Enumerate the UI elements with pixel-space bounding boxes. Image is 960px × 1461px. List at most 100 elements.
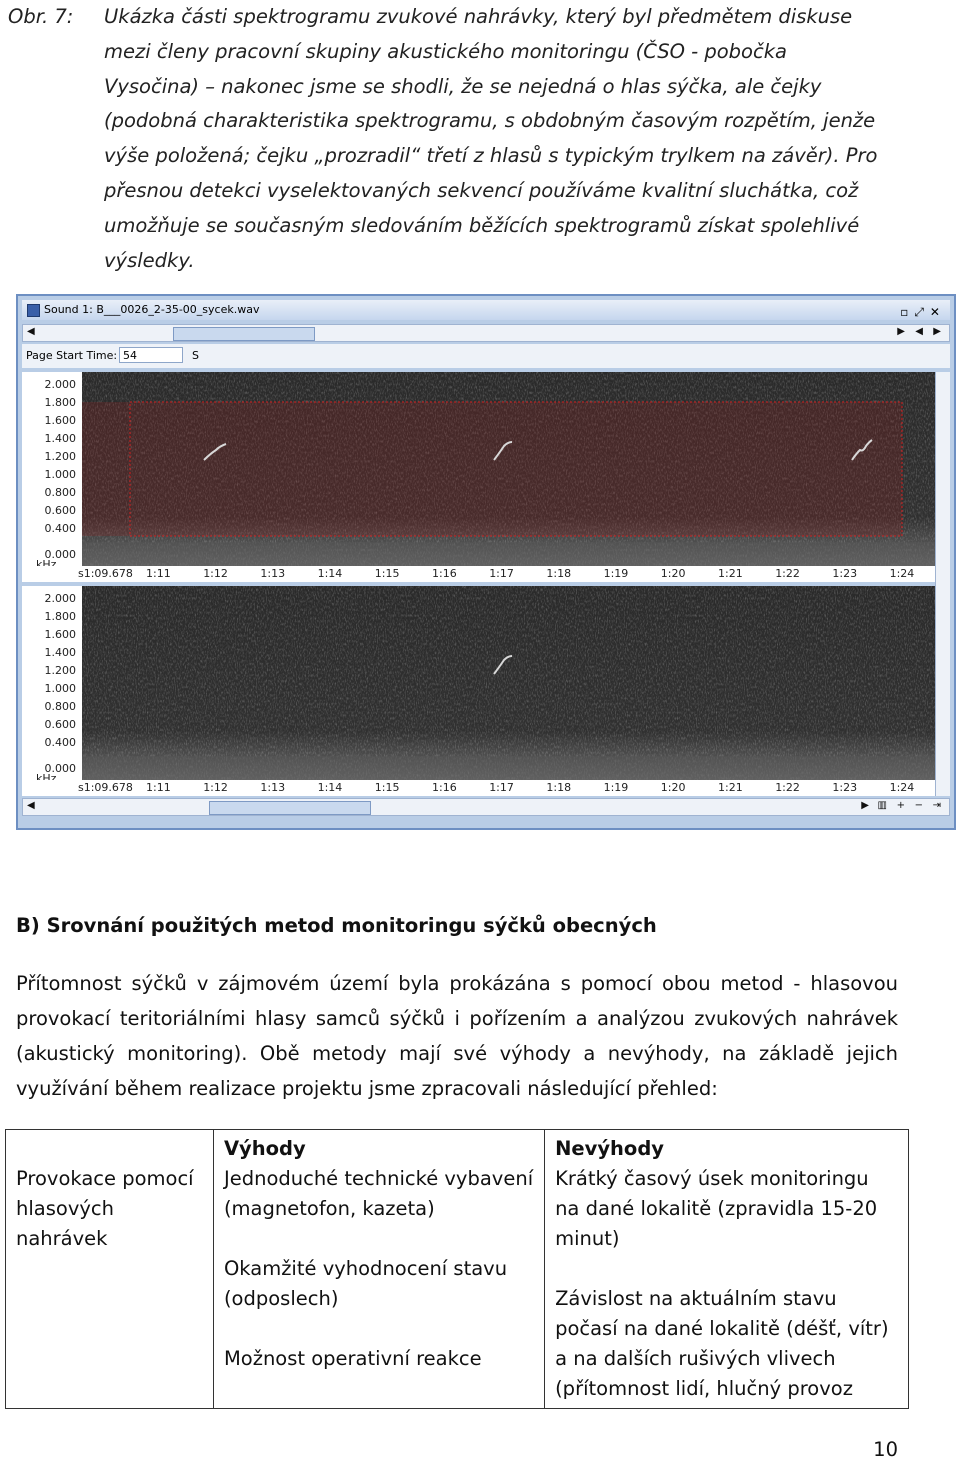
top-scrollbar[interactable]: ◀ ▶ ◀ ▶ bbox=[22, 324, 950, 342]
bottom-scroll-left-icon[interactable]: ◀ bbox=[27, 800, 35, 811]
spectrogram-image-upper[interactable] bbox=[82, 372, 938, 566]
page-back-icon[interactable]: ◀ bbox=[915, 326, 923, 337]
advantage-1: Jednoduché technické vybavení (magnetofo… bbox=[223, 1167, 534, 1220]
x-tick-label: 1:24 bbox=[889, 567, 915, 580]
bottom-scroll-right-icon[interactable]: ▶ bbox=[861, 800, 869, 811]
y-tick-label: 1.000 bbox=[44, 682, 77, 695]
x-tick-label: 1:17 bbox=[489, 567, 514, 580]
window-controls[interactable]: ▫⤢✕ bbox=[900, 302, 946, 322]
x-tick-label: 1:15 bbox=[374, 781, 400, 794]
x-tick-label: 1:12 bbox=[203, 567, 228, 580]
window-titlebar: Sound 1: B___0026_2-35-00_sycek.wav ▫⤢✕ bbox=[22, 300, 950, 320]
y-tick-label: 1.400 bbox=[44, 646, 77, 659]
x-tick-label: 1:23 bbox=[832, 781, 858, 794]
spectrogram-lower-svg bbox=[82, 586, 938, 780]
y-tick-label: 0.800 bbox=[44, 486, 77, 499]
x-tick-label: 1:20 bbox=[660, 781, 686, 794]
y-tick-label: 1.800 bbox=[44, 396, 77, 409]
x-tick-label: 1:11 bbox=[146, 567, 171, 580]
figure-caption: Obr. 7: Ukázka části spektrogramu zvukové… bbox=[8, 0, 898, 278]
row-label: Provokace pomocí hlasových nahrávek bbox=[16, 1167, 194, 1250]
selection-area[interactable] bbox=[82, 402, 902, 536]
zoom-fit-icon[interactable]: ▥ bbox=[878, 800, 887, 811]
y-tick-label: 0.800 bbox=[44, 700, 77, 713]
disadvantage-1: Krátký časový úsek monitoringu na dané l… bbox=[555, 1167, 878, 1250]
zoom-out-icon[interactable]: − bbox=[915, 800, 923, 811]
page-number: 10 bbox=[873, 1438, 898, 1461]
caption-line-6: přesnou detekci vyselektovaných sekvencí… bbox=[104, 178, 859, 202]
y-tick-label: 1.200 bbox=[44, 450, 77, 463]
caption-line-1: Ukázka části spektrogramu zvukové nahráv… bbox=[104, 5, 853, 28]
scroll-left-icon[interactable]: ◀ bbox=[27, 326, 35, 337]
paragraph-line-4: využívání během realizace projektu jsme … bbox=[16, 1077, 718, 1100]
advantage-2: Okamžité vyhodnocení stavu (odposlech) bbox=[223, 1257, 508, 1310]
zoom-full-icon[interactable]: ⇥ bbox=[933, 800, 941, 811]
x-tick-label: 1:22 bbox=[775, 567, 800, 580]
x-tick-label: 1:15 bbox=[374, 567, 400, 580]
vertical-scrollbar[interactable] bbox=[935, 372, 950, 796]
y-axis-lower: 2.000 1.800 1.600 1.400 1.200 1.000 0.800 0.600… bbox=[22, 586, 80, 796]
caption-line-4: (podobná charakteristika spektrogramu, s… bbox=[104, 109, 876, 133]
bottom-scroll-thumb[interactable] bbox=[209, 801, 371, 815]
disadvantages-header: Nevýhody bbox=[555, 1137, 664, 1160]
x-tick-label: 1:14 bbox=[317, 781, 343, 794]
caption-line-8: výsledky. bbox=[104, 248, 195, 272]
x-tick-label: 1:13 bbox=[260, 781, 286, 794]
x-tick-label: 1:18 bbox=[546, 567, 572, 580]
y-tick-label: 1.800 bbox=[44, 610, 77, 623]
x-tick-label: 1:20 bbox=[660, 567, 686, 580]
page-start-input[interactable]: 54 bbox=[119, 347, 183, 363]
caption-line-3: Vysočina) – nakonec jsme se shodli, že s… bbox=[104, 74, 822, 98]
y-tick-label: 1.600 bbox=[44, 628, 77, 641]
y-tick-label: 0.400 bbox=[44, 522, 77, 535]
spectrogram-panel-lower: 2.000 1.800 1.600 1.400 1.200 1.000 0.800 0.600… bbox=[22, 586, 938, 796]
scroll-thumb[interactable] bbox=[173, 327, 315, 341]
x-tick-label: 1:22 bbox=[775, 781, 800, 794]
bottom-scrollbar[interactable]: ◀ ▶ ▥ + − ⇥ bbox=[22, 798, 950, 816]
app-icon bbox=[27, 304, 40, 317]
comparison-table: Provokace pomocí hlasových nahrávek Výho… bbox=[5, 1129, 909, 1409]
y-tick-label: 1.400 bbox=[44, 432, 77, 445]
x-tick-label: s1:09.678 bbox=[78, 567, 133, 580]
x-tick-label: 1:17 bbox=[489, 781, 514, 794]
x-tick-label: 1:16 bbox=[432, 567, 457, 580]
y-tick-label: 1.600 bbox=[44, 414, 77, 427]
page-forward-icon[interactable]: ▶ bbox=[933, 326, 941, 337]
y-tick-label: 0.400 bbox=[44, 736, 77, 749]
x-tick-label: 1:21 bbox=[718, 781, 743, 794]
spectrogram-panel-upper: 2.000 1.800 1.600 1.400 1.200 1.000 0.800 0.600… bbox=[22, 372, 938, 582]
y-tick-label: 2.000 bbox=[44, 592, 77, 605]
zoom-in-icon[interactable]: + bbox=[897, 800, 905, 811]
spectrogram-upper-svg bbox=[82, 372, 938, 566]
page-start-row: Page Start Time: 54 S bbox=[22, 344, 950, 368]
x-tick-label: 1:12 bbox=[203, 781, 228, 794]
caption-label: Obr. 7: bbox=[8, 5, 74, 28]
x-tick-label: 1:21 bbox=[718, 567, 743, 580]
x-axis-upper: s1:09.678 1:11 1:12 1:13 1:14 1:15 1:16 1:17 1:1… bbox=[22, 566, 938, 582]
paragraph-line-1: Přítomnost sýčků v zájmovém území byla p… bbox=[16, 972, 898, 995]
x-tick-label: 1:18 bbox=[546, 781, 572, 794]
x-tick-label: 1:13 bbox=[260, 567, 286, 580]
y-tick-label: 1.000 bbox=[44, 468, 77, 481]
x-tick-label: 1:16 bbox=[432, 781, 457, 794]
y-tick-label: 2.000 bbox=[44, 378, 77, 391]
spectrogram-window: Sound 1: B___0026_2-35-00_sycek.wav ▫⤢✕ … bbox=[16, 294, 956, 830]
section-heading: B) Srovnání použitých metod monitoringu … bbox=[16, 914, 657, 937]
y-axis-upper: 2.000 1.800 1.600 1.400 1.200 1.000 0.800 0.600… bbox=[22, 372, 80, 582]
table-row: Provokace pomocí hlasových nahrávek Výho… bbox=[5, 1129, 909, 1409]
disadvantages-cell: Nevýhody Krátký časový úsek monitoringu … bbox=[544, 1129, 909, 1409]
advantages-header: Výhody bbox=[223, 1137, 306, 1160]
x-tick-label: 1:24 bbox=[889, 781, 915, 794]
paragraph-line-3: (akustický monitoring). Obě metody mají … bbox=[16, 1042, 898, 1065]
advantages-cell: Výhody Jednoduché technické vybavení (ma… bbox=[212, 1129, 546, 1409]
caption-line-2: mezi členy pracovní skupiny akustického … bbox=[104, 39, 787, 63]
y-tick-label: 0.600 bbox=[44, 718, 77, 731]
x-tick-label: 1:19 bbox=[603, 781, 629, 794]
paragraph-line-2: provokací teritoriálními hlasy samců sýč… bbox=[16, 1007, 898, 1030]
scroll-right-icon[interactable]: ▶ bbox=[897, 326, 905, 337]
x-tick-label: s1:09.678 bbox=[78, 781, 133, 794]
x-tick-label: 1:19 bbox=[603, 567, 629, 580]
spectrogram-image-lower[interactable] bbox=[82, 586, 938, 780]
page-start-unit: S bbox=[192, 349, 199, 362]
caption-line-7: umožňuje se současným sledováním běžícíc… bbox=[104, 213, 860, 237]
